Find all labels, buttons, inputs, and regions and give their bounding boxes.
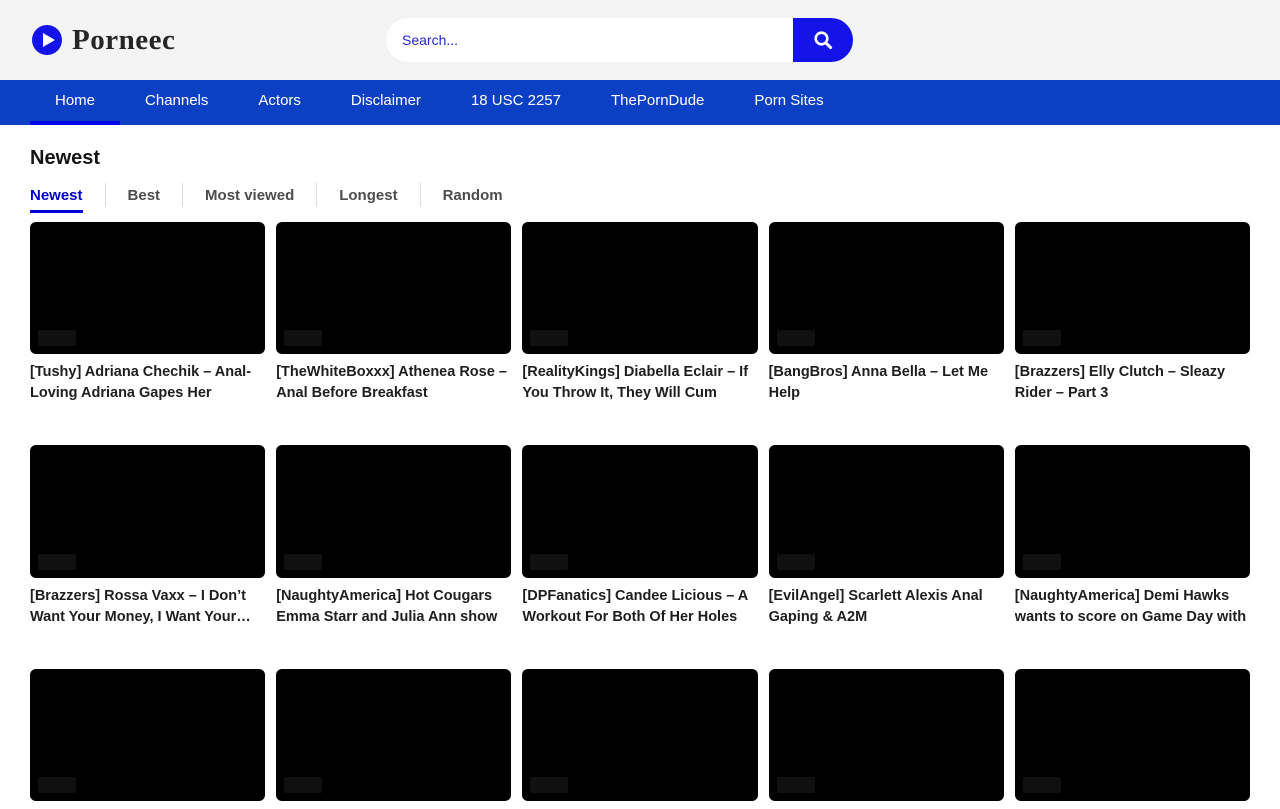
duration-badge (530, 777, 568, 793)
nav-link-18-usc-2257[interactable]: 18 USC 2257 (446, 80, 586, 125)
nav-link-home[interactable]: Home (30, 80, 120, 125)
video-card[interactable] (30, 669, 265, 809)
duration-badge (1023, 330, 1061, 346)
duration-badge (38, 330, 76, 346)
video-title: [Tushy] Adriana Chechik – Anal-Loving Ad… (30, 362, 265, 404)
nav-list: Home Channels Actors Disclaimer 18 USC 2… (0, 80, 1280, 125)
video-card[interactable]: [Brazzers] Rossa Vaxx – I Don’t Want You… (30, 445, 265, 627)
tab-best-link[interactable]: Best (128, 187, 161, 204)
nav-item-disclaimer: Disclaimer (326, 80, 446, 125)
video-title: [EvilAngel] Scarlett Alexis Anal Gaping … (769, 586, 1004, 628)
video-thumbnail[interactable] (276, 222, 511, 354)
page-title: Newest (30, 146, 1250, 170)
video-thumbnail[interactable] (1015, 445, 1250, 577)
video-thumbnail[interactable] (769, 669, 1004, 801)
video-thumbnail[interactable] (276, 669, 511, 801)
main-nav: Home Channels Actors Disclaimer 18 USC 2… (0, 80, 1280, 125)
video-card[interactable]: [NaughtyAmerica] Demi Hawks wants to sco… (1015, 445, 1250, 627)
duration-badge (530, 554, 568, 570)
tab-random: Random (420, 183, 525, 207)
video-grid: [Tushy] Adriana Chechik – Anal-Loving Ad… (30, 222, 1250, 809)
brand-logo[interactable]: Porneec (32, 24, 175, 57)
video-card[interactable]: [BangBros] Anna Bella – Let Me Help (769, 222, 1004, 404)
video-title: [TheWhiteBoxxx] Athenea Rose – Anal Befo… (276, 362, 511, 404)
tab-longest: Longest (316, 183, 419, 207)
duration-badge (777, 330, 815, 346)
video-title: [Brazzers] Rossa Vaxx – I Don’t Want You… (30, 586, 265, 628)
duration-badge (284, 330, 322, 346)
search-input[interactable] (386, 18, 793, 62)
video-thumbnail[interactable] (522, 445, 757, 577)
video-card[interactable]: [NaughtyAmerica] Hot Cougars Emma Starr … (276, 445, 511, 627)
duration-badge (1023, 777, 1061, 793)
video-card[interactable]: [Brazzers] Elly Clutch – Sleazy Rider – … (1015, 222, 1250, 404)
search-icon (812, 29, 834, 51)
video-title: [DPFanatics] Candee Licious – A Workout … (522, 586, 757, 628)
duration-badge (1023, 554, 1061, 570)
video-thumbnail[interactable] (30, 222, 265, 354)
search-button[interactable] (793, 18, 853, 62)
duration-badge (38, 554, 76, 570)
duration-badge (284, 777, 322, 793)
video-card[interactable] (1015, 669, 1250, 809)
tab-random-link[interactable]: Random (443, 187, 503, 204)
video-title: [NaughtyAmerica] Hot Cougars Emma Starr … (276, 586, 511, 628)
video-title: [RealityKings] Diabella Eclair – If You … (522, 362, 757, 404)
video-thumbnail[interactable] (276, 445, 511, 577)
video-card[interactable]: [Tushy] Adriana Chechik – Anal-Loving Ad… (30, 222, 265, 404)
nav-item-actors: Actors (233, 80, 326, 125)
duration-badge (38, 777, 76, 793)
brand-name: Porneec (72, 24, 175, 57)
video-thumbnail[interactable] (522, 222, 757, 354)
video-thumbnail[interactable] (769, 445, 1004, 577)
nav-link-disclaimer[interactable]: Disclaimer (326, 80, 446, 125)
nav-item-home: Home (30, 80, 120, 125)
main-content: Newest Newest Best Most viewed Longest R… (0, 146, 1280, 809)
video-card[interactable]: [RealityKings] Diabella Eclair – If You … (522, 222, 757, 404)
header: Porneec (0, 0, 1280, 80)
video-thumbnail[interactable] (30, 669, 265, 801)
video-thumbnail[interactable] (1015, 669, 1250, 801)
video-thumbnail[interactable] (1015, 222, 1250, 354)
video-title: [NaughtyAmerica] Demi Hawks wants to sco… (1015, 586, 1250, 628)
nav-link-actors[interactable]: Actors (233, 80, 326, 125)
duration-badge (777, 777, 815, 793)
video-card[interactable] (276, 669, 511, 809)
tab-newest-link[interactable]: Newest (30, 187, 83, 204)
video-card[interactable] (769, 669, 1004, 809)
video-card[interactable]: [TheWhiteBoxxx] Athenea Rose – Anal Befo… (276, 222, 511, 404)
nav-item-channels: Channels (120, 80, 233, 125)
video-card[interactable]: [DPFanatics] Candee Licious – A Workout … (522, 445, 757, 627)
video-title: [Brazzers] Elly Clutch – Sleazy Rider – … (1015, 362, 1250, 404)
duration-badge (284, 554, 322, 570)
tab-longest-link[interactable]: Longest (339, 187, 397, 204)
video-thumbnail[interactable] (30, 445, 265, 577)
video-card[interactable]: [EvilAngel] Scarlett Alexis Anal Gaping … (769, 445, 1004, 627)
nav-link-channels[interactable]: Channels (120, 80, 233, 125)
nav-item-theporndude: ThePornDude (586, 80, 729, 125)
video-thumbnail[interactable] (769, 222, 1004, 354)
video-thumbnail[interactable] (522, 669, 757, 801)
nav-link-theporndude[interactable]: ThePornDude (586, 80, 729, 125)
sort-tabs: Newest Best Most viewed Longest Random (30, 183, 1250, 207)
duration-badge (777, 554, 815, 570)
nav-item-porn-sites: Porn Sites (729, 80, 848, 125)
tab-best: Best (105, 183, 183, 207)
nav-item-18-usc-2257: 18 USC 2257 (446, 80, 586, 125)
video-card[interactable] (522, 669, 757, 809)
duration-badge (530, 330, 568, 346)
search-bar (386, 18, 853, 62)
tab-newest: Newest (30, 183, 105, 207)
tab-most-viewed: Most viewed (182, 183, 316, 207)
play-icon (32, 25, 62, 55)
video-title: [BangBros] Anna Bella – Let Me Help (769, 362, 1004, 404)
nav-link-porn-sites[interactable]: Porn Sites (729, 80, 848, 125)
tab-most-viewed-link[interactable]: Most viewed (205, 187, 294, 204)
